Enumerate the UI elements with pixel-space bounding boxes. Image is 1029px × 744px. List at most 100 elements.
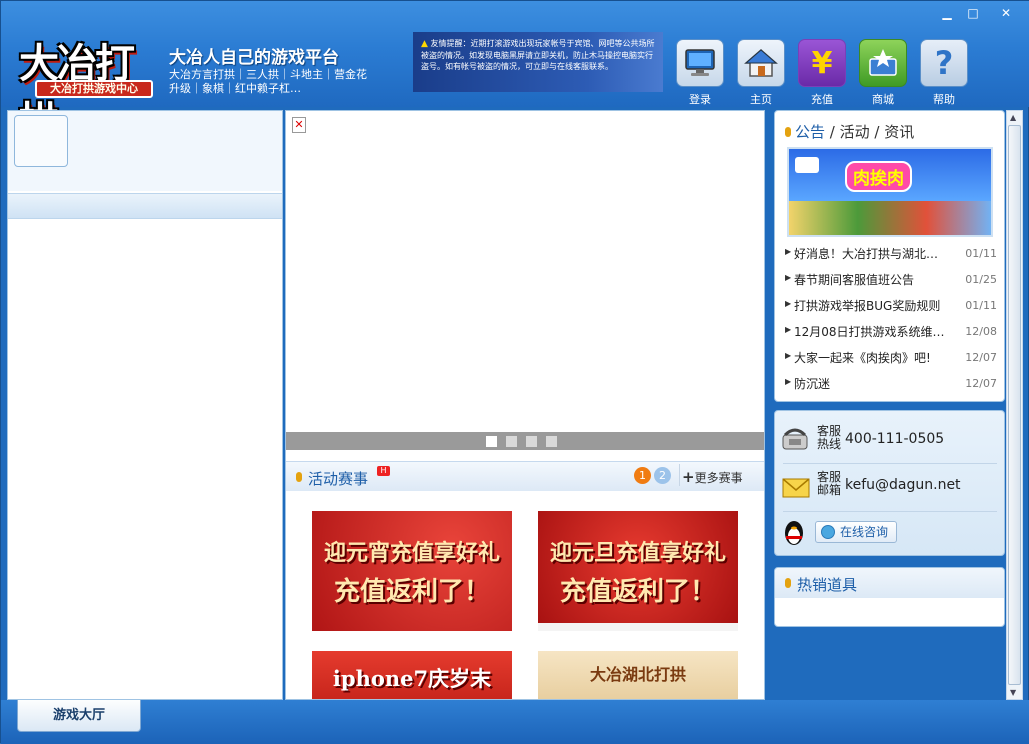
- divider: [783, 511, 997, 512]
- arrow-right-icon: ▶: [785, 273, 792, 282]
- banner-art: [789, 201, 991, 235]
- promo-hubei[interactable]: 大冶湖北打拱: [538, 651, 738, 699]
- hot-items-header: 热销道具: [775, 568, 1004, 598]
- news-item[interactable]: ▶ 打拱游戏举报BUG奖励规则 01/11: [785, 299, 997, 325]
- slider-pager: [286, 432, 764, 450]
- right-panel: 公告 / 活动 / 资讯 肉挨肉 ▶ 好消息！大冶打拱与湖北… 01/11 ▶ …: [774, 110, 1005, 700]
- scroll-up-icon[interactable]: ▲: [1010, 113, 1016, 122]
- news-date: 12/08: [965, 325, 997, 338]
- email-label-2: 邮箱: [817, 483, 842, 497]
- promo-newyear-line1: 迎元旦充值享好礼: [549, 540, 726, 566]
- news-date: 01/11: [965, 299, 997, 312]
- phone-icon: [782, 428, 808, 450]
- hot-badge: H: [377, 466, 390, 476]
- tab-game-hall[interactable]: 游戏大厅: [17, 700, 141, 732]
- promo-hubei-line1: 大冶湖北打拱: [589, 665, 686, 684]
- more-events-label: 更多赛事: [694, 471, 743, 485]
- featured-banner[interactable]: 肉挨肉: [787, 147, 993, 237]
- hotline-label-2: 热线: [817, 437, 842, 451]
- games-line-2: 升级｜象棋｜红中赖子杠…: [169, 82, 301, 95]
- snow-decor: [538, 623, 738, 631]
- news-item[interactable]: ▶ 12月08日打拱游戏系统维… 12/08: [785, 325, 997, 351]
- logo-subtitle: 大冶打拱游戏中心: [35, 80, 153, 98]
- nav-shop-button[interactable]: [859, 39, 907, 87]
- email-label: 客服 邮箱: [817, 471, 841, 497]
- news-title: 防沉迷: [794, 377, 831, 391]
- news-item[interactable]: ▶ 春节期间客服值班公告 01/25: [785, 273, 997, 299]
- slider-dot-4[interactable]: [546, 436, 557, 447]
- tab-news[interactable]: 资讯: [884, 123, 914, 141]
- divider: [679, 464, 680, 486]
- globe-icon: [821, 525, 835, 539]
- notice-banner[interactable]: ▲ 友情提醒：近期打滚游戏出现玩家帐号于宾馆、网吧等公共场所被盗的情况。如发现电…: [413, 32, 663, 92]
- games-line-1: 大冶方言打拱｜三人拱｜斗地主｜营金花: [169, 68, 367, 81]
- more-events-link[interactable]: +更多赛事: [682, 468, 743, 486]
- news-title: 好消息！大冶打拱与湖北…: [794, 247, 939, 261]
- arrow-right-icon: ▶: [785, 377, 792, 386]
- notice-title: 友情提醒：: [430, 39, 471, 48]
- bullet-icon: [296, 472, 302, 482]
- online-consult-label: 在线咨询: [840, 525, 889, 539]
- nav-recharge-button[interactable]: ¥: [798, 39, 846, 87]
- mail-icon: [782, 478, 810, 498]
- news-date: 12/07: [965, 377, 997, 390]
- scroll-down-icon[interactable]: ▼: [1010, 688, 1016, 697]
- promo-iphone[interactable]: iphone7庆岁末: [312, 651, 512, 699]
- nav-shop-label: 商城: [872, 93, 894, 106]
- news-item[interactable]: ▶ 防沉迷 12/07: [785, 377, 997, 403]
- online-consult-button[interactable]: 在线咨询: [815, 521, 897, 543]
- tab-announcement[interactable]: 公告: [795, 123, 825, 141]
- nav-recharge-label: 充值: [811, 93, 833, 106]
- games-list: 大冶方言打拱｜三人拱｜斗地主｜营金花 升级｜象棋｜红中赖子杠…: [169, 68, 405, 96]
- header: ▁ □ ✕ 大冶打拱 大冶打拱游戏中心 大冶人自己的游戏平台 大冶方言打拱｜三人…: [1, 1, 1029, 145]
- announcement-box: 公告 / 活动 / 资讯 肉挨肉 ▶ 好消息！大冶打拱与湖北… 01/11 ▶ …: [774, 110, 1005, 402]
- scrollbar-thumb[interactable]: [1008, 125, 1021, 685]
- slider-dot-1[interactable]: [486, 436, 497, 447]
- news-item[interactable]: ▶ 大家一起来《肉挨肉》吧! 12/07: [785, 351, 997, 377]
- minimize-button[interactable]: ▁: [937, 6, 957, 21]
- slogan: 大冶人自己的游戏平台: [169, 48, 339, 68]
- news-title: 12月08日打拱游戏系统维…: [794, 325, 944, 339]
- nav-login-button[interactable]: [676, 39, 724, 87]
- news-title: 大家一起来《肉挨肉》吧!: [794, 351, 931, 365]
- promo-lantern-line1: 迎元宵充值享好礼: [323, 540, 500, 566]
- slider-dot-2[interactable]: [506, 436, 517, 447]
- center-panel: ✕ 活动赛事 H 1 2 +更多赛事 迎元宵充值享好礼 充值返利了！ 迎元旦充值…: [285, 110, 765, 700]
- hot-items-title[interactable]: 热销道具: [797, 574, 857, 595]
- nav-help-label: 帮助: [933, 93, 955, 106]
- hotline-number: 400-111-0505: [845, 431, 945, 447]
- nav-help-button[interactable]: ?: [920, 39, 968, 87]
- bottom-bar: 游戏大厅: [1, 700, 1029, 744]
- news-title: 打拱游戏举报BUG奖励规则: [794, 299, 941, 313]
- app-window: ▁ □ ✕ 大冶打拱 大冶打拱游戏中心 大冶人自己的游戏平台 大冶方言打拱｜三人…: [0, 0, 1029, 744]
- news-title: 春节期间客服值班公告: [794, 273, 915, 287]
- home-icon: [744, 49, 778, 77]
- news-item[interactable]: ▶ 好消息！大冶打拱与湖北… 01/11: [785, 247, 997, 273]
- tab-activity[interactable]: 活动: [840, 123, 870, 141]
- promo-iphone-line1: iphone7庆岁末: [332, 666, 492, 691]
- game-list-header: [8, 193, 282, 219]
- bullet-icon: [785, 578, 791, 588]
- page-1-button[interactable]: 1: [634, 467, 651, 484]
- promo-lantern[interactable]: 迎元宵充值享好礼 充值返利了！: [312, 511, 512, 631]
- page-2-button[interactable]: 2: [654, 467, 671, 484]
- arrow-right-icon: ▶: [785, 351, 792, 360]
- activity-header: 活动赛事 H 1 2 +更多赛事: [286, 461, 764, 491]
- divider: [783, 463, 997, 464]
- hot-items-box: 热销道具: [774, 567, 1005, 627]
- vertical-scrollbar[interactable]: ▲ ▼: [1006, 110, 1023, 700]
- maximize-button[interactable]: □: [963, 6, 983, 21]
- slider-dot-3[interactable]: [526, 436, 537, 447]
- promo-newyear[interactable]: 迎元旦充值享好礼 充值返利了！: [538, 511, 738, 631]
- activity-title[interactable]: 活动赛事: [308, 468, 368, 489]
- left-panel: [7, 110, 283, 700]
- nav-home-button[interactable]: [737, 39, 785, 87]
- yen-icon: ¥: [811, 45, 833, 81]
- user-info-area: [8, 111, 282, 191]
- announcement-header: 公告 / 活动 / 资讯: [785, 121, 914, 142]
- separator: /: [869, 123, 885, 141]
- close-button[interactable]: ✕: [996, 6, 1016, 21]
- avatar[interactable]: [14, 115, 68, 167]
- promo-lantern-line2: 充值返利了！: [333, 577, 490, 607]
- shop-icon: [869, 49, 897, 76]
